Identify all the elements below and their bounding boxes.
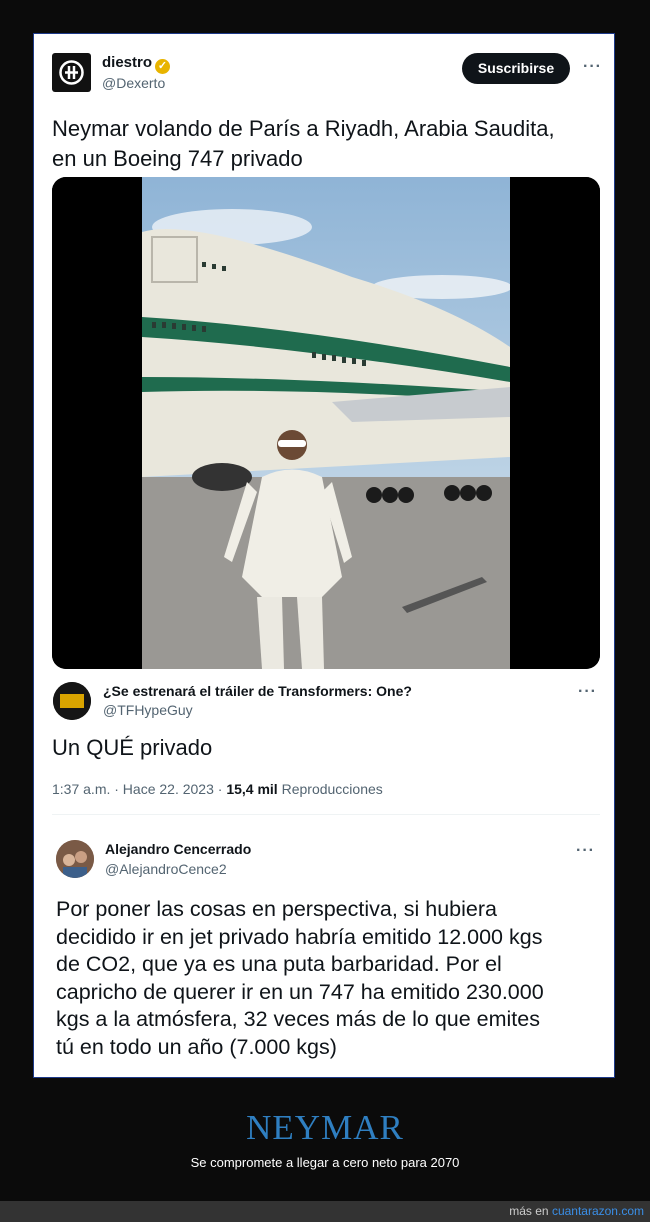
verified-badge-icon: ✓ xyxy=(155,59,171,74)
reply-text-line: de CO2, que ya es una puta barbaridad. P… xyxy=(56,952,502,976)
divider xyxy=(52,814,600,815)
more-options-icon[interactable]: ··· xyxy=(583,58,602,76)
reply-author-name[interactable]: Alejandro Cencerrado xyxy=(105,841,251,857)
views-count: 15,4 mil xyxy=(226,781,278,797)
reply-text-line: decidido ir en jet privado habría emitid… xyxy=(56,924,543,949)
reply-text-line: capricho de querer ir en un 747 ha emiti… xyxy=(56,979,544,1004)
author-name[interactable]: diestro ✓ xyxy=(102,54,171,74)
quote-avatar[interactable] xyxy=(53,682,91,720)
tweet-photo[interactable] xyxy=(52,177,600,669)
reply-text-line: kgs a la atmósfera, 32 veces más de lo q… xyxy=(56,1007,540,1031)
author-name-text[interactable]: diestro xyxy=(102,54,152,71)
author-handle[interactable]: @Dexerto xyxy=(102,75,165,91)
caption-subtitle: Se compromete a llegar a cero neto para … xyxy=(190,1155,460,1170)
reply-text-line: tú en todo un año (7.000 kgs) xyxy=(56,1034,337,1059)
neymar-plane-photo xyxy=(52,177,600,669)
dexerto-avatar[interactable] xyxy=(52,53,91,92)
reply-more-options-icon[interactable]: ··· xyxy=(576,842,595,860)
reply-text: Por poner las cosas en perspectiva, si h… xyxy=(56,896,544,1061)
caption-title: NEYMAR xyxy=(246,1108,404,1147)
quote-timestamp[interactable]: 1:37 a.m. · Hace 22. 2023 · xyxy=(52,781,226,797)
reply-avatar[interactable] xyxy=(56,840,94,878)
footer-prefix: más en xyxy=(509,1204,552,1218)
reply-text-line: Por poner las cosas en perspectiva, si h… xyxy=(56,897,497,921)
quote-meta: 1:37 a.m. · Hace 22. 2023 · 15,4 mil Rep… xyxy=(52,781,383,797)
dexerto-logo-icon xyxy=(59,60,84,85)
quote-text: Un QUÉ privado xyxy=(52,735,213,760)
reply-author-handle[interactable]: @AlejandroCence2 xyxy=(105,861,227,877)
tweet-text-line: en un Boeing 747 privado xyxy=(52,146,303,171)
quote-author-name[interactable]: ¿Se estrenará el tráiler de Transformers… xyxy=(103,683,412,699)
tweet-card: diestro ✓ @Dexerto Suscribirse ··· Neymar… xyxy=(33,33,615,1078)
footer-bar: más en cuantarazon.com xyxy=(0,1201,650,1222)
views-label: Reproducciones xyxy=(277,781,383,797)
profile-photo-icon xyxy=(56,840,94,878)
footer-text: más en cuantarazon.com xyxy=(509,1204,644,1218)
footer-site-link[interactable]: cuantarazon.com xyxy=(552,1204,644,1218)
tweet-text: Neymar volando de París a Riyadh, Arabia… xyxy=(52,114,555,174)
quote-more-options-icon[interactable]: ··· xyxy=(578,683,597,701)
transformers-one-avatar-icon xyxy=(53,682,91,720)
tweet-text-line: Neymar volando de París a Riyadh, Arabia… xyxy=(52,116,555,141)
subscribe-button[interactable]: Suscribirse xyxy=(462,53,570,84)
quote-author-handle[interactable]: @TFHypeGuy xyxy=(103,702,193,718)
